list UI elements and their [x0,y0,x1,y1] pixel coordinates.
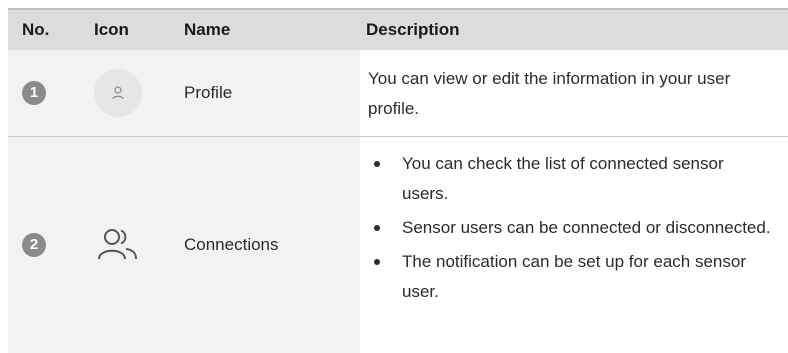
row-description: You can view or edit the information in … [360,50,788,136]
row-name: Profile [184,83,233,102]
table-row: 1 Profile You can view or edit the infor… [8,50,788,137]
connections-icon [98,229,137,260]
row-number-badge: 2 [22,233,46,257]
row-number-badge: 1 [22,81,46,105]
header-name: Name [184,20,231,39]
header-description: Description [366,20,460,39]
table-row: 2 Connections You can check the list of … [8,137,788,353]
row-name: Connections [184,235,279,254]
description-bullet: You can check the list of connected sens… [368,149,772,209]
table-header: No. Icon Name Description [8,8,788,50]
description-bullet-list: You can check the list of connected sens… [368,149,772,307]
profile-icon [94,69,142,117]
description-bullet: Sensor users can be connected or disconn… [368,213,772,243]
row-left-cells: 2 Connections [8,137,360,353]
row-left-cells: 1 Profile [8,50,360,136]
row-description: You can check the list of connected sens… [360,137,788,353]
header-no: No. [22,20,50,39]
header-icon: Icon [94,20,129,39]
description-bullet: The notification can be set up for each … [368,247,772,307]
feature-table: No. Icon Name Description 1 Profile You … [8,8,788,353]
